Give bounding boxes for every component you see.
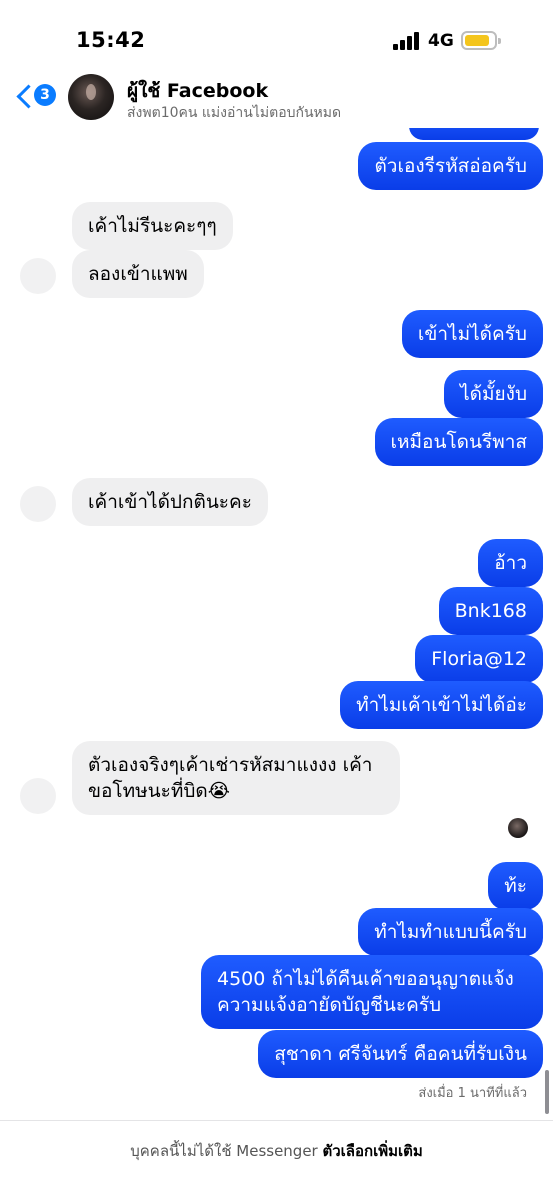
message-bubble-outgoing[interactable]: ได้มั้ยงับ <box>444 370 543 418</box>
chat-header: 3 ผู้ใช้ Facebook ส่งพต10คน แม่งอ่านไม่ต… <box>0 70 553 128</box>
sender-avatar <box>20 778 56 814</box>
message-line: ขอโทษนะที่บิด😭 <box>88 780 230 802</box>
message-line: 4500 ถ้าไม่ได้คืนเค้าขออนุญาตแจ้ง <box>217 968 514 990</box>
battery-icon <box>461 31 501 50</box>
seen-indicator-avatar <box>508 818 528 838</box>
message-line: ตัวเองจริงๆเค้าเช่ารหัสมาแงงง เค้า <box>88 754 373 776</box>
message-bubble-outgoing[interactable]: ท้ะ <box>488 862 543 910</box>
contact-subtitle: ส่งพต10คน แม่งอ่านไม่ตอบกันหมด <box>127 105 342 121</box>
unread-badge: 3 <box>34 84 56 106</box>
status-time: 15:42 <box>76 28 146 52</box>
status-bar: 15:42 4G <box>0 0 553 70</box>
message-bubble-outgoing[interactable]: อ้าว <box>478 539 543 587</box>
avatar[interactable] <box>68 74 114 120</box>
message-bubble-outgoing[interactable]: ตัวเองรีรหัสอ่อครับ <box>358 142 543 190</box>
message-bubble-incoming[interactable]: ลองเข้าแพพ <box>72 250 204 298</box>
composer-notice: บุคคลนี้ไม่ได้ใช้ Messenger ตัวเลือกเพิ่… <box>0 1120 553 1201</box>
message-bubble-outgoing[interactable]: 4500 ถ้าไม่ได้คืนเค้าขออนุญาตแจ้ง ความแจ… <box>201 955 543 1029</box>
message-bubble-outgoing[interactable]: Bnk168 <box>438 587 543 635</box>
scrollbar[interactable] <box>545 1070 549 1114</box>
message-line: ความแจ้งอายัดบัญชีนะครับ <box>217 994 442 1016</box>
sender-avatar <box>20 258 56 294</box>
message-bubble-outgoing[interactable]: ทำไมทำแบบนี้ครับ <box>358 908 543 956</box>
message-bubble-outgoing[interactable]: ทำไมเค้าเข้าไม่ได้อ่ะ <box>340 681 543 729</box>
signal-icon <box>393 32 421 50</box>
message-bubble-outgoing[interactable]: เข้าไม่ได้ครับ <box>401 310 543 358</box>
more-options-link[interactable]: ตัวเลือกเพิ่มเติม <box>323 1142 423 1160</box>
message-bubble-incoming[interactable]: ตัวเองจริงๆเค้าเช่ารหัสมาแงงง เค้า ขอโทษ… <box>72 741 400 815</box>
message-bubble-outgoing[interactable]: Floria@12 <box>415 635 543 683</box>
sent-status: ส่งเมื่อ 1 นาทีที่แล้ว <box>418 1086 527 1101</box>
network-type: 4G <box>428 31 454 51</box>
back-button[interactable]: 3 <box>14 82 64 116</box>
message-bubble-incoming[interactable]: เค้าเข้าได้ปกตินะคะ <box>72 478 268 526</box>
message-bubble-outgoing[interactable]: สุชาดา ศรีจันทร์ คือคนที่รับเงิน <box>258 1030 543 1078</box>
sender-avatar <box>20 486 56 522</box>
message-bubble-outgoing[interactable]: เหมือนโดนรีพาส <box>374 418 543 466</box>
not-on-messenger-text: บุคคลนี้ไม่ได้ใช้ Messenger <box>130 1142 318 1160</box>
message-bubble-incoming[interactable]: เค้าไม่รีนะคะๆๆ <box>72 202 233 250</box>
